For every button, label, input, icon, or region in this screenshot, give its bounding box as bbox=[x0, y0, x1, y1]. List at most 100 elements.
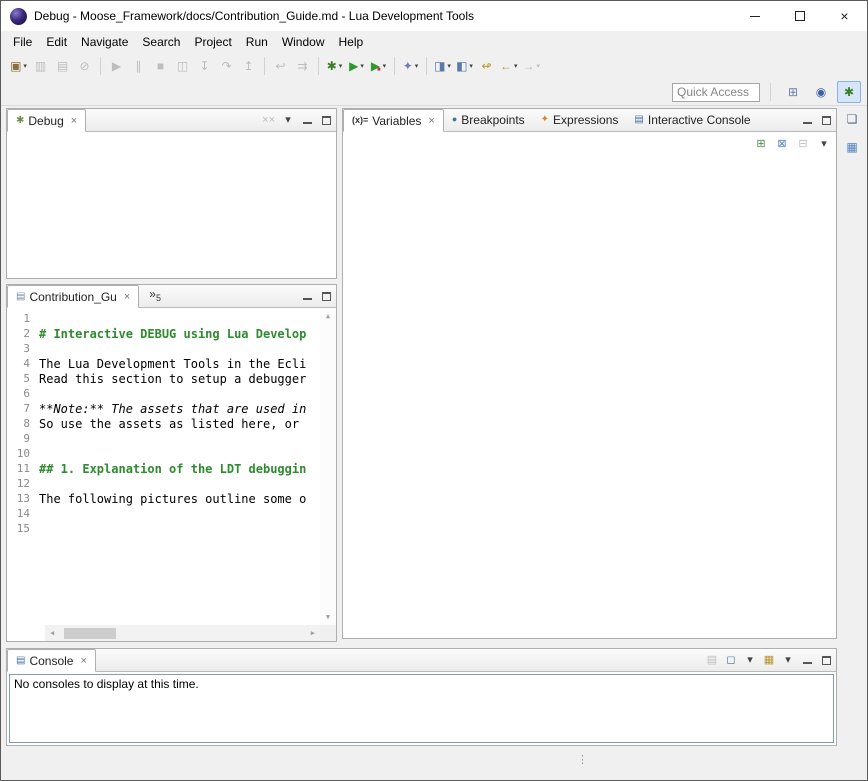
close-button[interactable]: × bbox=[822, 1, 867, 31]
open-console-dropdown-icon[interactable]: ▾ bbox=[782, 652, 794, 668]
tab-breakpoints[interactable]: ● Breakpoints bbox=[444, 108, 533, 131]
annotation-navigation-button[interactable]: ◧▾ bbox=[454, 55, 475, 77]
maximize-view-icon[interactable] bbox=[820, 112, 832, 128]
editor-line-6[interactable]: 6 bbox=[7, 386, 320, 401]
scroll-right-icon[interactable]: ▶ bbox=[306, 629, 320, 637]
last-edit-location-button[interactable]: ↫ bbox=[476, 55, 497, 77]
run-button[interactable]: ▶▾ bbox=[346, 55, 367, 77]
maximize-view-icon[interactable] bbox=[320, 112, 332, 128]
tab-interactive-console[interactable]: ▤ Interactive Console bbox=[626, 108, 758, 131]
statusbar-grip-icon[interactable]: ⋮ bbox=[577, 753, 587, 766]
forward-button[interactable]: →▾ bbox=[521, 55, 543, 77]
editor-line-14[interactable]: 14 bbox=[7, 506, 320, 521]
open-type-dropdown-icon[interactable]: ▾ bbox=[447, 62, 451, 70]
debug-view-content[interactable] bbox=[7, 132, 336, 278]
menu-edit[interactable]: Edit bbox=[39, 32, 74, 52]
external-tools-button[interactable]: ▶■▾ bbox=[368, 55, 389, 77]
editor-line-5[interactable]: 5Read this section to setup a debugger bbox=[7, 371, 320, 386]
scroll-left-icon[interactable]: ◀ bbox=[45, 629, 59, 637]
menu-navigate[interactable]: Navigate bbox=[74, 32, 135, 52]
ldt-perspective-button[interactable]: ◉ bbox=[809, 81, 833, 103]
editor-line-1[interactable]: 1 bbox=[7, 311, 320, 326]
editor-content[interactable]: 12# Interactive DEBUG using Lua Develop3… bbox=[7, 308, 336, 641]
disconnect-button[interactable]: ◫ bbox=[172, 55, 193, 77]
show-logical-structures-icon[interactable]: ⊞ bbox=[755, 136, 767, 152]
editor-line-13[interactable]: 13The following pictures outline some o bbox=[7, 491, 320, 506]
editor-line-11[interactable]: 11## 1. Explanation of the LDT debuggin bbox=[7, 461, 320, 476]
tab-console[interactable]: ▤ Console × bbox=[7, 649, 96, 672]
editor-lines[interactable]: 12# Interactive DEBUG using Lua Develop3… bbox=[7, 308, 320, 625]
annotation-navigation-dropdown-icon[interactable]: ▾ bbox=[469, 62, 473, 70]
run-dropdown-icon[interactable]: ▾ bbox=[360, 62, 364, 70]
tab-contribution-guide[interactable]: ▤ Contribution_Gu × bbox=[7, 285, 139, 308]
forward-dropdown-icon[interactable]: ▾ bbox=[537, 62, 541, 70]
use-step-filters-button[interactable]: ⇉ bbox=[292, 55, 313, 77]
save-all-button[interactable]: ▤ bbox=[52, 55, 73, 77]
close-icon[interactable]: × bbox=[124, 291, 130, 303]
resume-button[interactable]: ▶ bbox=[106, 55, 127, 77]
display-selected-console-icon[interactable]: ◻ bbox=[725, 652, 737, 668]
menu-run[interactable]: Run bbox=[239, 32, 275, 52]
open-console-icon[interactable]: ▦ bbox=[763, 652, 775, 668]
menu-project[interactable]: Project bbox=[187, 32, 238, 52]
suspend-button[interactable]: ∥ bbox=[128, 55, 149, 77]
scrollbar-thumb[interactable] bbox=[64, 628, 116, 639]
pin-console-icon[interactable]: ▤ bbox=[706, 652, 718, 668]
show-columns-icon[interactable]: ⊠ bbox=[776, 136, 788, 152]
close-icon[interactable]: × bbox=[428, 115, 434, 127]
debug-perspective-button[interactable]: ✱ bbox=[837, 81, 861, 103]
menu-search[interactable]: Search bbox=[135, 32, 187, 52]
tab-variables[interactable]: (x)= Variables × bbox=[343, 109, 444, 132]
editor-line-7[interactable]: 7**Note:** The assets that are used in bbox=[7, 401, 320, 416]
minimize-view-icon[interactable] bbox=[301, 288, 313, 304]
variables-view-content[interactable] bbox=[343, 132, 836, 638]
open-perspective-button[interactable]: ⊞ bbox=[781, 81, 805, 103]
quick-access-input[interactable]: Quick Access bbox=[672, 83, 760, 102]
new-wizard-button[interactable]: ▣▾ bbox=[8, 55, 29, 77]
menu-window[interactable]: Window bbox=[275, 32, 332, 52]
view-menu-icon[interactable]: ▾ bbox=[282, 112, 294, 128]
console-message-area[interactable]: No consoles to display at this time. bbox=[9, 674, 834, 743]
editor-line-10[interactable]: 10 bbox=[7, 446, 320, 461]
step-over-button[interactable]: ↷ bbox=[216, 55, 237, 77]
editor-line-9[interactable]: 9 bbox=[7, 431, 320, 446]
remove-all-terminated-icon[interactable]: ×× bbox=[262, 112, 275, 128]
editor-tab-overflow-button[interactable]: » 5 bbox=[149, 287, 161, 307]
editor-line-15[interactable]: 15 bbox=[7, 521, 320, 536]
back-dropdown-icon[interactable]: ▾ bbox=[514, 62, 518, 70]
minimize-view-icon[interactable] bbox=[801, 652, 813, 668]
external-tools-dropdown-icon[interactable]: ▾ bbox=[383, 62, 387, 70]
terminate-button[interactable]: ■ bbox=[150, 55, 171, 77]
close-icon[interactable]: × bbox=[80, 655, 86, 667]
menu-help[interactable]: Help bbox=[332, 32, 371, 52]
minimize-view-icon[interactable] bbox=[301, 112, 313, 128]
display-console-dropdown-icon[interactable]: ▾ bbox=[744, 652, 756, 668]
minimized-outline-view-icon[interactable]: ▦ bbox=[841, 137, 863, 157]
new-wizard-dropdown-icon[interactable]: ▾ bbox=[23, 62, 27, 70]
menu-file[interactable]: File bbox=[6, 32, 39, 52]
horizontal-scrollbar[interactable]: ◀ ▶ bbox=[45, 625, 320, 641]
editor-line-3[interactable]: 3 bbox=[7, 341, 320, 356]
minimize-view-icon[interactable] bbox=[801, 112, 813, 128]
maximize-view-icon[interactable] bbox=[320, 288, 332, 304]
step-into-button[interactable]: ↧ bbox=[194, 55, 215, 77]
editor-line-8[interactable]: 8So use the assets as listed here, or bbox=[7, 416, 320, 431]
view-menu-icon[interactable]: ▾ bbox=[818, 136, 830, 152]
scroll-up-icon[interactable]: ▲ bbox=[326, 308, 330, 324]
maximize-view-icon[interactable] bbox=[820, 652, 832, 668]
open-type-button[interactable]: ◨▾ bbox=[432, 55, 453, 77]
drop-to-frame-button[interactable]: ↩ bbox=[270, 55, 291, 77]
editor-line-2[interactable]: 2# Interactive DEBUG using Lua Develop bbox=[7, 326, 320, 341]
vertical-scrollbar[interactable]: ▲ ▼ bbox=[320, 308, 336, 625]
open-task-button[interactable]: ✦▾ bbox=[400, 55, 421, 77]
debug-button[interactable]: ✱▾ bbox=[324, 55, 345, 77]
back-button[interactable]: ←▾ bbox=[498, 55, 520, 77]
close-icon[interactable]: × bbox=[71, 115, 77, 127]
restore-minimized-view-icon[interactable]: ❏ bbox=[841, 109, 863, 129]
collapse-all-icon[interactable]: ⊟ bbox=[797, 136, 809, 152]
editor-line-12[interactable]: 12 bbox=[7, 476, 320, 491]
minimize-button[interactable] bbox=[732, 1, 777, 31]
skip-all-breakpoints-button[interactable]: ⊘ bbox=[74, 55, 95, 77]
maximize-button[interactable] bbox=[777, 1, 822, 31]
scroll-down-icon[interactable]: ▼ bbox=[326, 609, 330, 625]
